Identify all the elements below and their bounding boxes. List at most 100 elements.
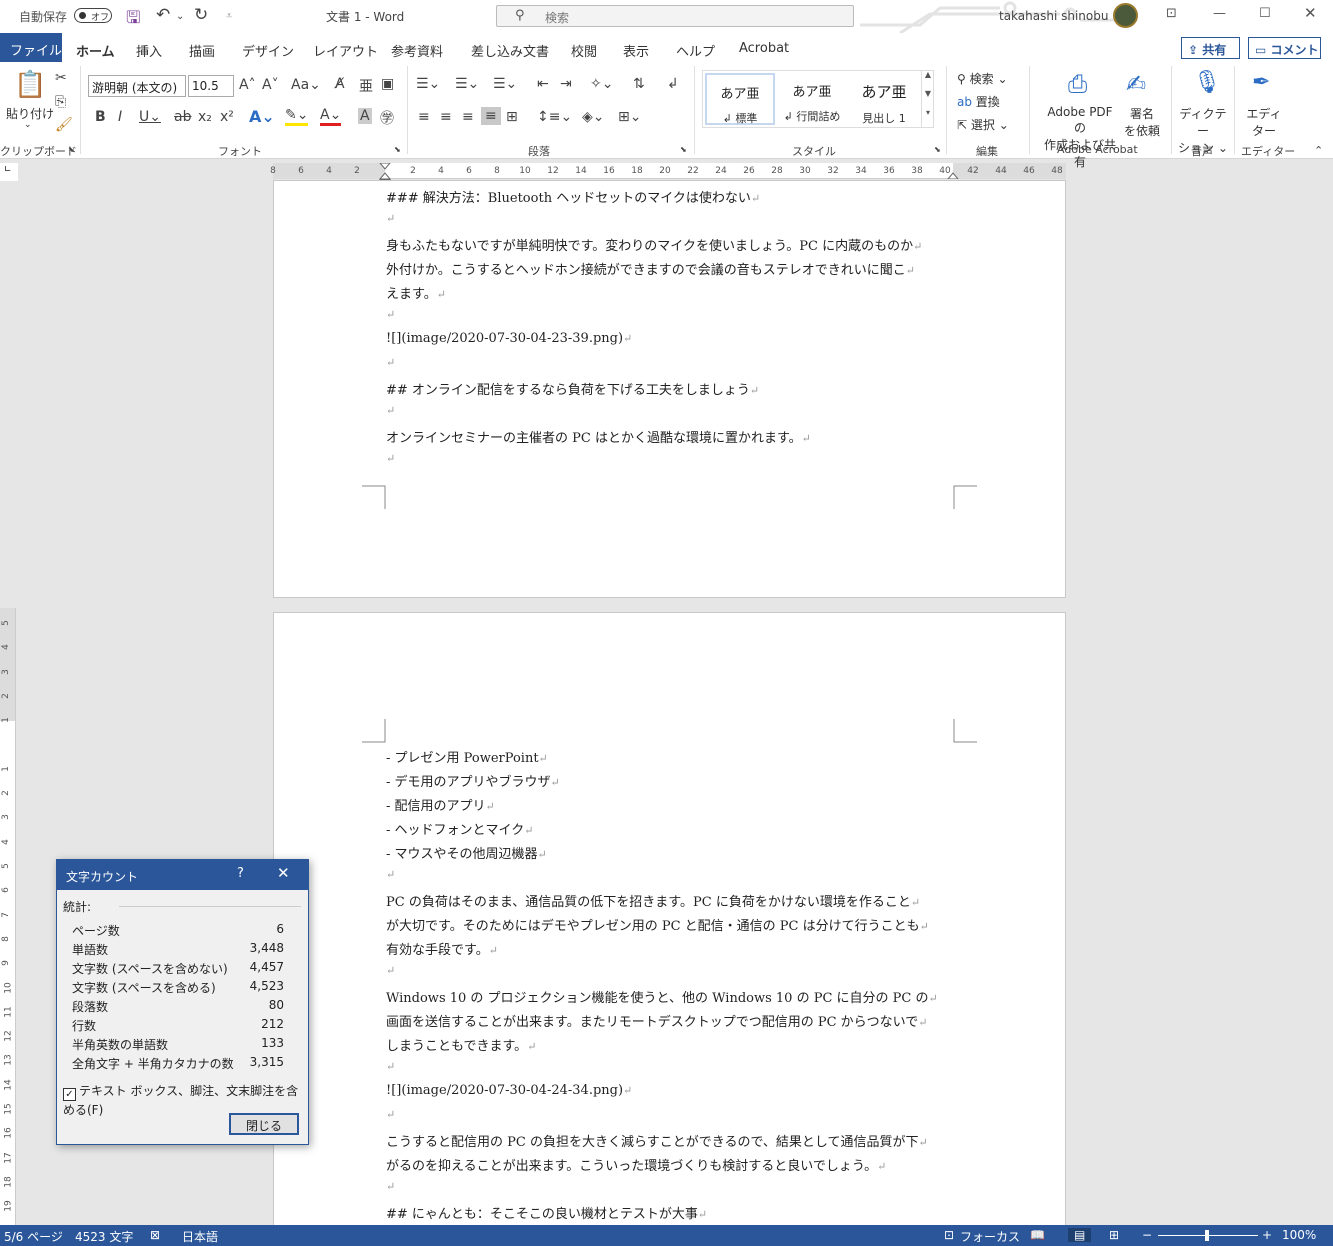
document-line[interactable]: ## オンライン配信をするなら負荷を下げる工夫をしましょう↵ <box>386 379 759 398</box>
request-signature-button[interactable]: 署名 を依頼 <box>1122 105 1162 139</box>
vertical-ruler[interactable]: 5 4 3 2 1 1 2 3 4 5 6 7 8 9 10 11 12 13 14 15 16 17 18 19 <box>0 608 16 1225</box>
document-line[interactable]: がるのを抑えることが出来ます。こういった環境づくりも検討すると良いでしょう。↵ <box>386 1155 886 1174</box>
zoom-out-icon[interactable]: − <box>1142 1228 1152 1242</box>
change-case-icon[interactable]: Aa⌄ <box>291 77 321 93</box>
style-normal[interactable]: あア亜 ↲ 標準 <box>705 73 775 125</box>
replace-button[interactable]: ab 置換 <box>957 93 1000 110</box>
word-count-status[interactable]: 4523 文字 <box>75 1228 133 1245</box>
document-line[interactable]: えます。↵ <box>386 283 446 302</box>
document-line[interactable]: 外付けか。こうするとヘッドホン接続ができますので会議の音もステレオできれいに聞こ… <box>386 259 915 278</box>
style-heading-1[interactable]: あア亜 見出し 1 <box>849 73 919 125</box>
decrease-indent-icon[interactable]: ⇤ <box>537 76 549 92</box>
horizontal-ruler[interactable]: 8 6 4 2 2 4 6 8 10 12 14 16 18 20 22 24 26 28 30 32 34 36 38 40… <box>270 163 1066 187</box>
avatar[interactable] <box>1113 3 1138 28</box>
microphone-icon[interactable]: 🎙 <box>1193 70 1221 95</box>
document-line[interactable]: ![](image/2020-07-30-04-24-34.png)↵ <box>386 1083 632 1098</box>
proofing-icon[interactable]: ⊠ <box>150 1228 160 1242</box>
justify-icon[interactable]: ≡ <box>481 107 501 125</box>
save-icon[interactable]: 🖫 <box>126 5 140 34</box>
document-line[interactable]: - マウスやその他周辺機器↵ <box>386 843 547 862</box>
format-painter-icon[interactable]: 🖌 <box>55 117 73 133</box>
subscript-icon[interactable]: x₂ <box>198 109 212 125</box>
font-name-select[interactable]: 游明朝 (本文の) <box>88 75 186 97</box>
document-line[interactable]: ↵ <box>386 1059 395 1074</box>
page-count-status[interactable]: 5/6 ページ <box>4 1228 63 1245</box>
document-line[interactable]: ↵ <box>386 963 395 978</box>
phonetic-guide-icon[interactable]: 亜 <box>359 76 373 96</box>
document-line[interactable]: 画面を送信することが出来ます。またリモートデスクトップでつ配信用の PC からつ… <box>386 1011 928 1030</box>
highlight-icon[interactable]: ✎⌄ <box>285 107 309 126</box>
document-line[interactable]: こうすると配信用の PC の負担を大きく減らすことができるので、結果として通信品… <box>386 1131 928 1150</box>
document-line[interactable]: - 配信用のアプリ↵ <box>386 795 495 814</box>
search-box[interactable]: ⚲ 検索 <box>496 5 854 27</box>
align-left-icon[interactable]: ≡ <box>418 109 430 125</box>
customize-qat-icon[interactable]: ⩡ <box>226 9 232 23</box>
dialog-close-icon[interactable]: ✕ <box>277 864 290 882</box>
font-color-icon[interactable]: A⌄ <box>320 107 342 126</box>
minimize-icon[interactable]: — <box>1213 6 1226 21</box>
autosave-toggle[interactable]: オフ <box>74 8 112 23</box>
document-line[interactable]: ↵ <box>386 307 395 322</box>
maximize-icon[interactable]: ☐ <box>1259 6 1271 21</box>
create-pdf-button[interactable]: Adobe PDF の作成および共有 <box>1040 105 1120 170</box>
document-line[interactable]: ↵ <box>386 403 395 418</box>
share-button[interactable]: ⇪ 共有 <box>1181 37 1240 59</box>
style-no-spacing[interactable]: あア亜 ↲ 行間詰め <box>777 73 847 125</box>
document-line[interactable]: ↵ <box>386 355 395 370</box>
character-border-icon[interactable]: ▣ <box>381 76 394 92</box>
document-line[interactable]: ↵ <box>386 1107 395 1122</box>
document-line[interactable]: Windows 10 の プロジェクション機能を使うと、他の Windows 1… <box>386 987 938 1006</box>
document-line[interactable]: ### 解決方法：Bluetooth ヘッドセットのマイクは使わない↵ <box>386 187 760 206</box>
align-right-icon[interactable]: ≡ <box>462 109 474 125</box>
clipboard-launcher-icon[interactable]: ⬊ <box>68 145 75 154</box>
undo-icon[interactable]: ↶ <box>156 5 170 25</box>
close-window-icon[interactable]: ✕ <box>1304 4 1317 22</box>
document-line[interactable]: - プレゼン用 PowerPoint↵ <box>386 747 548 766</box>
bold-icon[interactable]: B <box>95 109 106 125</box>
superscript-icon[interactable]: x² <box>220 109 234 125</box>
styles-scroll-up-icon[interactable]: ▲ <box>922 70 934 89</box>
shading-icon[interactable]: ◈⌄ <box>582 109 605 125</box>
zoom-in-icon[interactable]: + <box>1262 1228 1272 1242</box>
tab-design[interactable]: デザイン <box>242 41 294 60</box>
asian-layout-icon[interactable]: ✧⌄ <box>590 76 613 92</box>
paragraph-launcher-icon[interactable]: ⬊ <box>680 145 687 154</box>
styles-launcher-icon[interactable]: ⬊ <box>934 145 941 154</box>
paste-dropdown-icon[interactable]: ⌄ <box>24 120 32 130</box>
print-layout-icon[interactable]: ▤ <box>1068 1228 1092 1242</box>
document-line[interactable]: ↵ <box>386 451 395 466</box>
multilevel-list-icon[interactable]: ☰⌄ <box>493 76 517 92</box>
tab-help[interactable]: ヘルプ <box>676 41 715 60</box>
zoom-slider-thumb[interactable] <box>1205 1230 1209 1241</box>
shrink-font-icon[interactable]: A˅ <box>262 77 279 93</box>
align-center-icon[interactable]: ≡ <box>440 109 452 125</box>
bullets-icon[interactable]: ☰⌄ <box>416 76 440 92</box>
create-pdf-icon[interactable]: ⎙ <box>1068 70 1087 98</box>
help-icon[interactable]: ? <box>237 866 244 881</box>
document-line[interactable]: ↵ <box>386 1179 395 1194</box>
styles-more-icon[interactable]: ▾ <box>922 108 934 117</box>
editor-icon[interactable]: ✒ <box>1252 70 1270 95</box>
tab-references[interactable]: 参考資料 <box>391 41 443 60</box>
character-shading-icon[interactable]: A <box>358 108 372 124</box>
cut-icon[interactable]: ✂ <box>55 70 67 86</box>
styles-scroll-down-icon[interactable]: ▼ <box>922 89 934 108</box>
document-line[interactable]: が大切です。そのためにはデモやプレゼン用の PC と配信・通信の PC は分けて… <box>386 915 929 934</box>
grow-font-icon[interactable]: A˄ <box>239 77 256 93</box>
document-line[interactable]: ![](image/2020-07-30-04-23-39.png)↵ <box>386 331 632 346</box>
ribbon-display-options-icon[interactable]: ⊡ <box>1166 6 1177 21</box>
document-line[interactable]: ↵ <box>386 867 395 882</box>
collapse-ribbon-icon[interactable]: ⌃ <box>1314 144 1323 157</box>
borders-icon[interactable]: ⊞⌄ <box>618 109 641 125</box>
document-line[interactable]: 身もふたもないですが単純明快です。変わりのマイクを使いましょう。PC に内蔵のも… <box>386 235 922 254</box>
sort-icon[interactable]: ⇅ <box>633 76 645 92</box>
increase-indent-icon[interactable]: ⇥ <box>560 76 572 92</box>
numbering-icon[interactable]: ☰⌄ <box>455 76 479 92</box>
font-launcher-icon[interactable]: ⬊ <box>394 145 401 154</box>
tab-review[interactable]: 校閲 <box>571 41 597 60</box>
redo-icon[interactable]: ↻ <box>194 5 208 25</box>
document-line[interactable]: PC の負荷はそのまま、通信品質の低下を招きます。PC に負荷をかけない環境を作… <box>386 891 920 910</box>
request-signature-icon[interactable]: ✍ <box>1126 70 1146 98</box>
tab-layout[interactable]: レイアウト <box>313 41 378 60</box>
document-line[interactable]: - ヘッドフォンとマイク↵ <box>386 819 533 838</box>
